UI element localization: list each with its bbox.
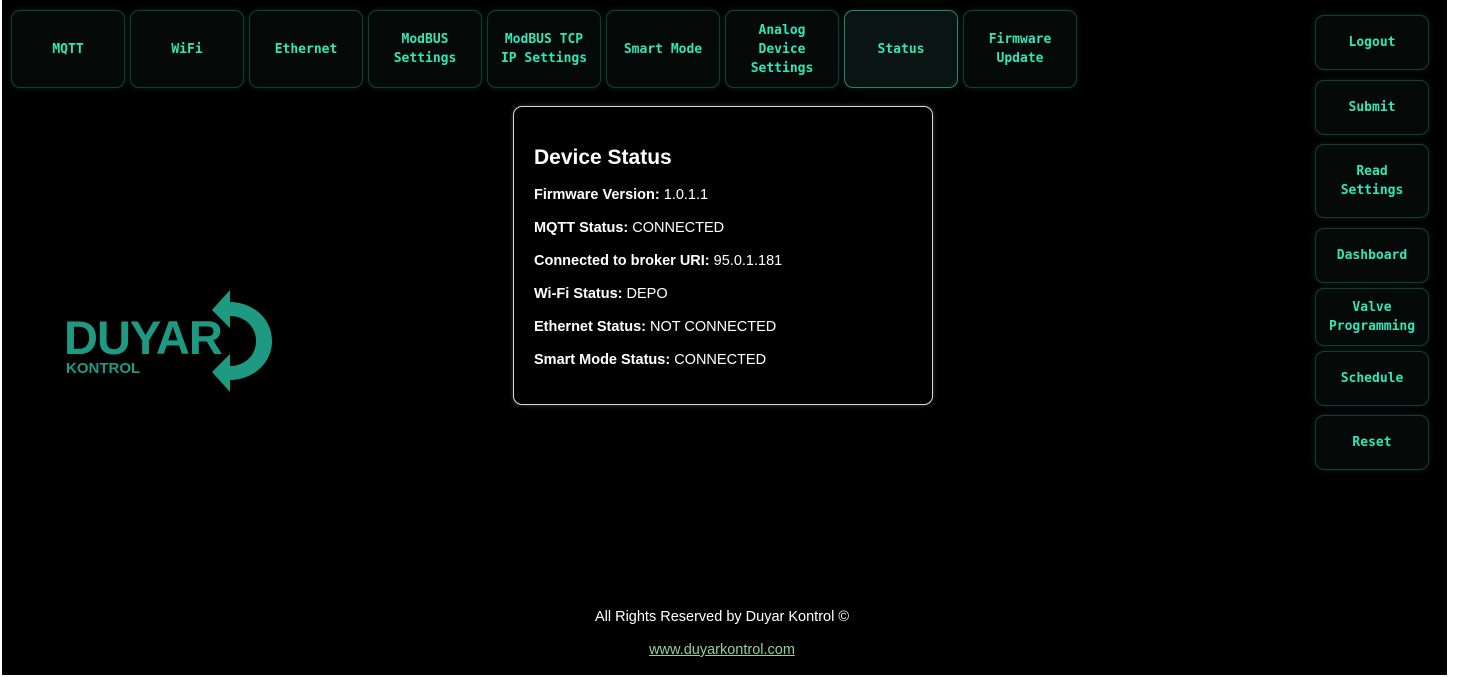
button-label: Valve Programming (1328, 300, 1416, 334)
tab-label: Status (877, 41, 925, 57)
tab-ethernet[interactable]: Ethernet (249, 10, 363, 88)
submit-button[interactable]: Submit (1315, 80, 1429, 135)
row-value: CONNECTED (632, 220, 725, 236)
row-value: NOT CONNECTED (650, 319, 777, 335)
button-label: Submit (1348, 100, 1396, 115)
row-label: Smart Mode Status: (534, 352, 671, 368)
button-label: Logout (1348, 35, 1396, 50)
tab-label: ModBUS Settings (393, 32, 457, 66)
screen: MQTT WiFi Ethernet ModBUS Settings ModBU… (2, 0, 1447, 675)
row-label: Firmware Version: (534, 187, 660, 203)
schedule-button[interactable]: Schedule (1315, 351, 1429, 406)
duyar-kontrol-logo: DUYAR KONTROL (64, 288, 279, 394)
tab-label: WiFi (171, 41, 203, 57)
website-link[interactable]: www.duyarkontrol.com (649, 642, 795, 658)
device-status-card: Device Status Firmware Version: 1.0.1.1 … (513, 106, 933, 405)
mqtt-status-row: MQTT Status: CONNECTED (534, 220, 912, 237)
logout-button[interactable]: Logout (1315, 15, 1429, 70)
tab-analog-device-settings[interactable]: Analog Device Settings (725, 10, 839, 88)
footer-rights: All Rights Reserved by Duyar Kontrol © (594, 609, 850, 625)
tab-wifi[interactable]: WiFi (130, 10, 244, 88)
status-title: Device Status (534, 146, 672, 169)
dashboard-button[interactable]: Dashboard (1315, 228, 1429, 283)
tab-label: Smart Mode (623, 41, 703, 57)
row-label: Ethernet Status: (534, 319, 646, 335)
button-label: Read Settings (1340, 164, 1404, 198)
button-label: Dashboard (1336, 248, 1408, 263)
logo-sub: KONTROL (66, 360, 141, 377)
tab-firmware-update[interactable]: Firmware Update (963, 10, 1077, 88)
row-value: 1.0.1.1 (663, 187, 709, 203)
button-label: Schedule (1340, 371, 1404, 386)
tab-smart-mode[interactable]: Smart Mode (606, 10, 720, 88)
tab-label: Analog Device Settings (750, 22, 814, 76)
tab-mqtt[interactable]: MQTT (11, 10, 125, 88)
tab-label: ModBUS TCP IP Settings (500, 32, 588, 66)
ethernet-status-row: Ethernet Status: NOT CONNECTED (534, 319, 912, 336)
row-value: 95.0.1.181 (713, 253, 783, 269)
tab-label: Ethernet (274, 41, 338, 57)
footer-link-container: www.duyarkontrol.com (2, 641, 1442, 659)
logo-name: DUYAR (64, 311, 223, 364)
row-value: CONNECTED (674, 352, 767, 368)
broker-uri-row: Connected to broker URI: 95.0.1.181 (534, 253, 912, 270)
valve-programming-button[interactable]: Valve Programming (1315, 288, 1429, 346)
row-label: MQTT Status: (534, 220, 629, 236)
row-label: Connected to broker URI: (534, 253, 710, 269)
read-settings-button[interactable]: Read Settings (1315, 144, 1429, 218)
button-label: Reset (1352, 435, 1392, 450)
firmware-version-row: Firmware Version: 1.0.1.1 (534, 187, 912, 204)
tab-status[interactable]: Status (844, 10, 958, 88)
tab-label: Firmware Update (988, 32, 1052, 66)
circular-arrow-icon (212, 290, 272, 392)
wifi-status-row: Wi-Fi Status: DEPO (534, 286, 912, 303)
tab-label: MQTT (52, 41, 84, 57)
tab-modbus-settings[interactable]: ModBUS Settings (368, 10, 482, 88)
reset-button[interactable]: Reset (1315, 415, 1429, 470)
row-value: DEPO (626, 286, 668, 302)
smart-mode-status-row: Smart Mode Status: CONNECTED (534, 352, 912, 369)
row-label: Wi-Fi Status: (534, 286, 623, 302)
tab-modbus-tcp-ip-settings[interactable]: ModBUS TCP IP Settings (487, 10, 601, 88)
